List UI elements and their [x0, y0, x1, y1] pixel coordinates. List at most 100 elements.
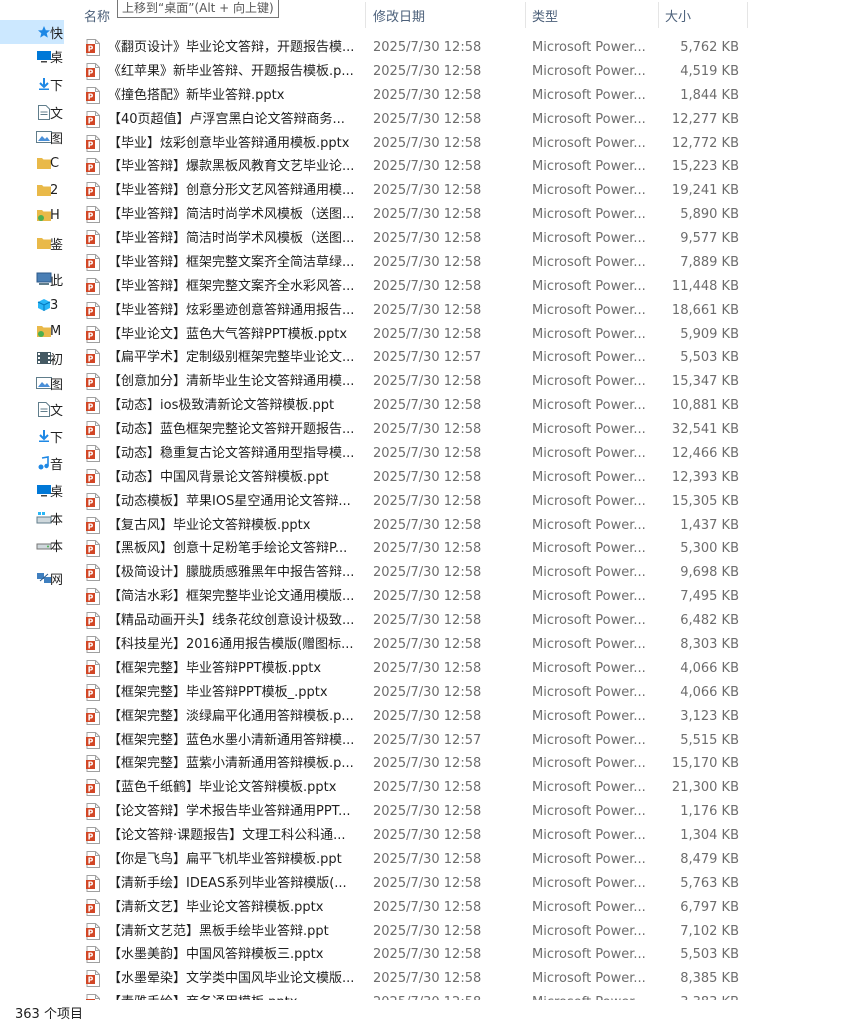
svg-text:P: P — [88, 116, 94, 125]
file-row[interactable]: P 【框架完整】毕业答辩PPT模板.pptx 2025/7/30 12:58 Micr… — [84, 657, 748, 681]
file-date: 2025/7/30 12:58 — [373, 278, 482, 294]
file-name: 【40页超值】卢浮宫黑白论文答辩商务... — [108, 111, 345, 127]
nav-item[interactable]: 此 — [0, 267, 64, 291]
column-divider[interactable] — [525, 2, 526, 28]
file-size: 7,889 KB — [680, 254, 739, 270]
file-row[interactable]: P 【毕业】炫彩创意毕业答辩通用模板.pptx 2025/7/30 12:58 Mic… — [84, 132, 748, 156]
file-name: 【框架完整】蓝紫小清新通用答辩模板.p... — [108, 756, 354, 772]
file-row[interactable]: P 【蓝色千纸鹤】毕业论文答辩模板.pptx 2025/7/30 12:58 Micr… — [84, 776, 748, 800]
nav-item[interactable]: 桌 — [0, 44, 64, 68]
pptx-file-icon: P — [86, 301, 100, 319]
column-name[interactable]: 名称 — [84, 0, 110, 30]
file-date: 2025/7/30 12:58 — [373, 947, 482, 963]
file-row[interactable]: P 【毕业答辩】框架完整文案齐全简洁草绿... 2025/7/30 12:58 Mic… — [84, 251, 748, 275]
nav-item[interactable]: C — [0, 151, 64, 175]
svg-text:P: P — [88, 188, 94, 197]
file-row[interactable]: P 【精品动画开头】线条花纹创意设计极致... 2025/7/30 12:58 Mic… — [84, 609, 748, 633]
nav-item[interactable]: 桌 — [0, 478, 64, 502]
nav-item[interactable]: 初 — [0, 346, 64, 370]
file-name: 【极简设计】朦胧质感雅黑年中报告答辩... — [108, 565, 355, 581]
file-row[interactable]: P 【清新文艺范】黑板手绘毕业答辩.ppt 2025/7/30 12:58 Micro… — [84, 920, 748, 944]
file-row[interactable]: P 【论文答辩·课题报告】文理工科公科通... 2025/7/30 12:58 Mic… — [84, 824, 748, 848]
column-divider[interactable] — [365, 2, 366, 28]
svg-text:P: P — [88, 211, 94, 220]
file-row[interactable]: P 【框架完整】毕业答辩PPT模板_.pptx 2025/7/30 12:58 Mic… — [84, 681, 748, 705]
nav-item-label: 3 — [50, 297, 59, 313]
file-row[interactable]: P 【水墨晕染】文学类中国风毕业论文模版... 2025/7/30 12:58 Mic… — [84, 967, 748, 991]
file-name: 【清新文艺范】黑板手绘毕业答辩.ppt — [108, 923, 329, 939]
file-row[interactable]: P 【黑板风】创意十足粉笔手绘论文答辩P... 2025/7/30 12:58 Mic… — [84, 537, 748, 561]
nav-item[interactable]: 图 — [0, 371, 64, 395]
file-name: 【扁平学术】定制级别框架完整毕业论文... — [108, 350, 355, 366]
nav-item[interactable]: 本 — [0, 533, 64, 557]
file-row[interactable]: P 【科技星光】2016通用报告模版(赠图标... 2025/7/30 12:58 M… — [84, 633, 748, 657]
file-row[interactable]: P 【简洁水彩】框架完整毕业论文通用模版... 2025/7/30 12:58 Mic… — [84, 585, 748, 609]
file-row[interactable]: P 【动态】蓝色框架完整论文答辩开题报告... 2025/7/30 12:58 Mic… — [84, 418, 748, 442]
file-date: 2025/7/30 12:58 — [373, 684, 482, 700]
file-row[interactable]: P 【清新文艺】毕业论文答辩模板.pptx 2025/7/30 12:58 Micro… — [84, 896, 748, 920]
file-row[interactable]: P 【毕业答辩】爆款黑板风教育文艺毕业论... 2025/7/30 12:58 Mic… — [84, 155, 748, 179]
file-name: 【毕业论文】蓝色大气答辩PPT模板.pptx — [108, 326, 348, 342]
file-list[interactable]: P 《翻页设计》毕业论文答辩，开题报告模... 2025/7/30 12:58 Mic… — [64, 36, 754, 1000]
file-row[interactable]: P 【动态】ios极致清新论文答辩模板.ppt 2025/7/30 12:58 Mic… — [84, 394, 748, 418]
file-row[interactable]: P 【动态】稳重复古论文答辩通用型指导模... 2025/7/30 12:58 Mic… — [84, 442, 748, 466]
file-row[interactable]: P 【动态】中国风背景论文答辩模板.ppt 2025/7/30 12:58 Micro… — [84, 466, 748, 490]
file-row[interactable]: P 【毕业答辩】简洁时尚学术风模板（送图... 2025/7/30 12:58 Mic… — [84, 227, 748, 251]
nav-item[interactable]: 鉴 — [0, 231, 64, 255]
nav-item[interactable]: 网 — [0, 566, 64, 590]
file-row[interactable]: P 【毕业答辩】创意分形文艺风答辩通用模... 2025/7/30 12:58 Mic… — [84, 179, 748, 203]
nav-item[interactable]: M — [0, 319, 64, 343]
pptx-file-icon: P — [86, 540, 100, 558]
file-row[interactable]: P 【清新手绘】IDEAS系列毕业答辩模版(... 2025/7/30 12:58 M… — [84, 872, 748, 896]
file-row[interactable]: P 【动态模板】苹果IOS星空通用论文答辩... 2025/7/30 12:58 Mi… — [84, 490, 748, 514]
file-row[interactable]: P 【创意加分】清新毕业生论文答辩通用模... 2025/7/30 12:58 Mic… — [84, 370, 748, 394]
svg-text:P: P — [88, 999, 94, 1000]
file-row[interactable]: P 【素雅手绘】商务通用模板.pptx 2025/7/30 12:58 Microso… — [84, 991, 748, 1000]
column-divider[interactable] — [747, 2, 748, 28]
nav-item[interactable]: 快 — [0, 20, 64, 44]
svg-text:P: P — [88, 474, 94, 483]
file-row[interactable]: P 【框架完整】蓝色水墨小清新通用答辩模... 2025/7/30 12:57 Mic… — [84, 729, 748, 753]
file-row[interactable]: P 【框架完整】淡绿扁平化通用答辩模板.p... 2025/7/30 12:58 Mi… — [84, 705, 748, 729]
svg-text:P: P — [88, 880, 94, 889]
file-row[interactable]: P 【你是飞鸟】扁平飞机毕业答辩模板.ppt 2025/7/30 12:58 Micr… — [84, 848, 748, 872]
column-date[interactable]: 修改日期 — [373, 0, 425, 30]
file-type: Microsoft Power... — [532, 541, 646, 557]
file-row[interactable]: P 【40页超值】卢浮宫黑白论文答辩商务... 2025/7/30 12:58 Mic… — [84, 108, 748, 132]
file-row[interactable]: P 《红苹果》新毕业答辩、开题报告模板.p... 2025/7/30 12:58 Mi… — [84, 60, 748, 84]
file-row[interactable]: P 【毕业答辩】简洁时尚学术风模板（送图... 2025/7/30 12:58 Mic… — [84, 203, 748, 227]
file-name: 【素雅手绘】商务通用模板.pptx — [108, 991, 356, 1000]
nav-item[interactable]: 下 — [0, 424, 64, 448]
file-row[interactable]: P 【极简设计】朦胧质感雅黑年中报告答辩... 2025/7/30 12:58 Mic… — [84, 561, 748, 585]
nav-item[interactable]: 图 — [0, 125, 64, 149]
file-size: 4,519 KB — [680, 63, 739, 79]
file-row[interactable]: P 【毕业答辩】框架完整文案齐全水彩风答... 2025/7/30 12:58 Mic… — [84, 275, 748, 299]
navigation-pane[interactable]: 快桌下文图C2H鉴此3M初图文下音桌本本网 — [0, 0, 64, 1000]
column-size[interactable]: 大小 — [665, 0, 691, 30]
pptx-file-icon: P — [86, 874, 100, 892]
file-row[interactable]: P 【复古风】毕业论文答辩模板.pptx 2025/7/30 12:58 Micros… — [84, 514, 748, 538]
file-row[interactable]: P 【毕业答辩】炫彩墨迹创意答辩通用报告... 2025/7/30 12:58 Mic… — [84, 299, 748, 323]
nav-item[interactable]: 文 — [0, 100, 64, 124]
nav-item[interactable]: 本 — [0, 506, 64, 530]
file-name: 【你是飞鸟】扁平飞机毕业答辩模板.ppt — [108, 851, 342, 867]
file-row[interactable]: P 【论文答辩】学术报告毕业答辩通用PPT... 2025/7/30 12:58 Mi… — [84, 800, 748, 824]
svg-text:P: P — [88, 976, 94, 985]
nav-item[interactable]: 3 — [0, 293, 64, 317]
svg-text:P: P — [88, 379, 94, 388]
file-row[interactable]: P 【水墨美韵】中国风答辩模板三.pptx 2025/7/30 12:58 Micro… — [84, 943, 748, 967]
nav-item[interactable]: 文 — [0, 397, 64, 421]
nav-item[interactable]: 2 — [0, 178, 64, 202]
file-row[interactable]: P 【扁平学术】定制级别框架完整毕业论文... 2025/7/30 12:57 Mic… — [84, 346, 748, 370]
file-row[interactable]: P 《撞色搭配》新毕业答辩.pptx 2025/7/30 12:58 Microsof… — [84, 84, 748, 108]
file-row[interactable]: P 【框架完整】蓝紫小清新通用答辩模板.p... 2025/7/30 12:58 Mi… — [84, 752, 748, 776]
nav-item-label: 文 — [50, 403, 64, 419]
nav-item[interactable]: 音 — [0, 451, 64, 475]
column-divider[interactable] — [658, 2, 659, 28]
nav-item[interactable]: H — [0, 203, 64, 227]
nav-item-label: 本 — [50, 539, 64, 555]
column-type[interactable]: 类型 — [532, 0, 558, 30]
nav-item[interactable]: 下 — [0, 72, 64, 96]
file-row[interactable]: P 《翻页设计》毕业论文答辩，开题报告模... 2025/7/30 12:58 Mic… — [84, 36, 748, 60]
file-row[interactable]: P 【毕业论文】蓝色大气答辩PPT模板.pptx 2025/7/30 12:58 Mi… — [84, 323, 748, 347]
